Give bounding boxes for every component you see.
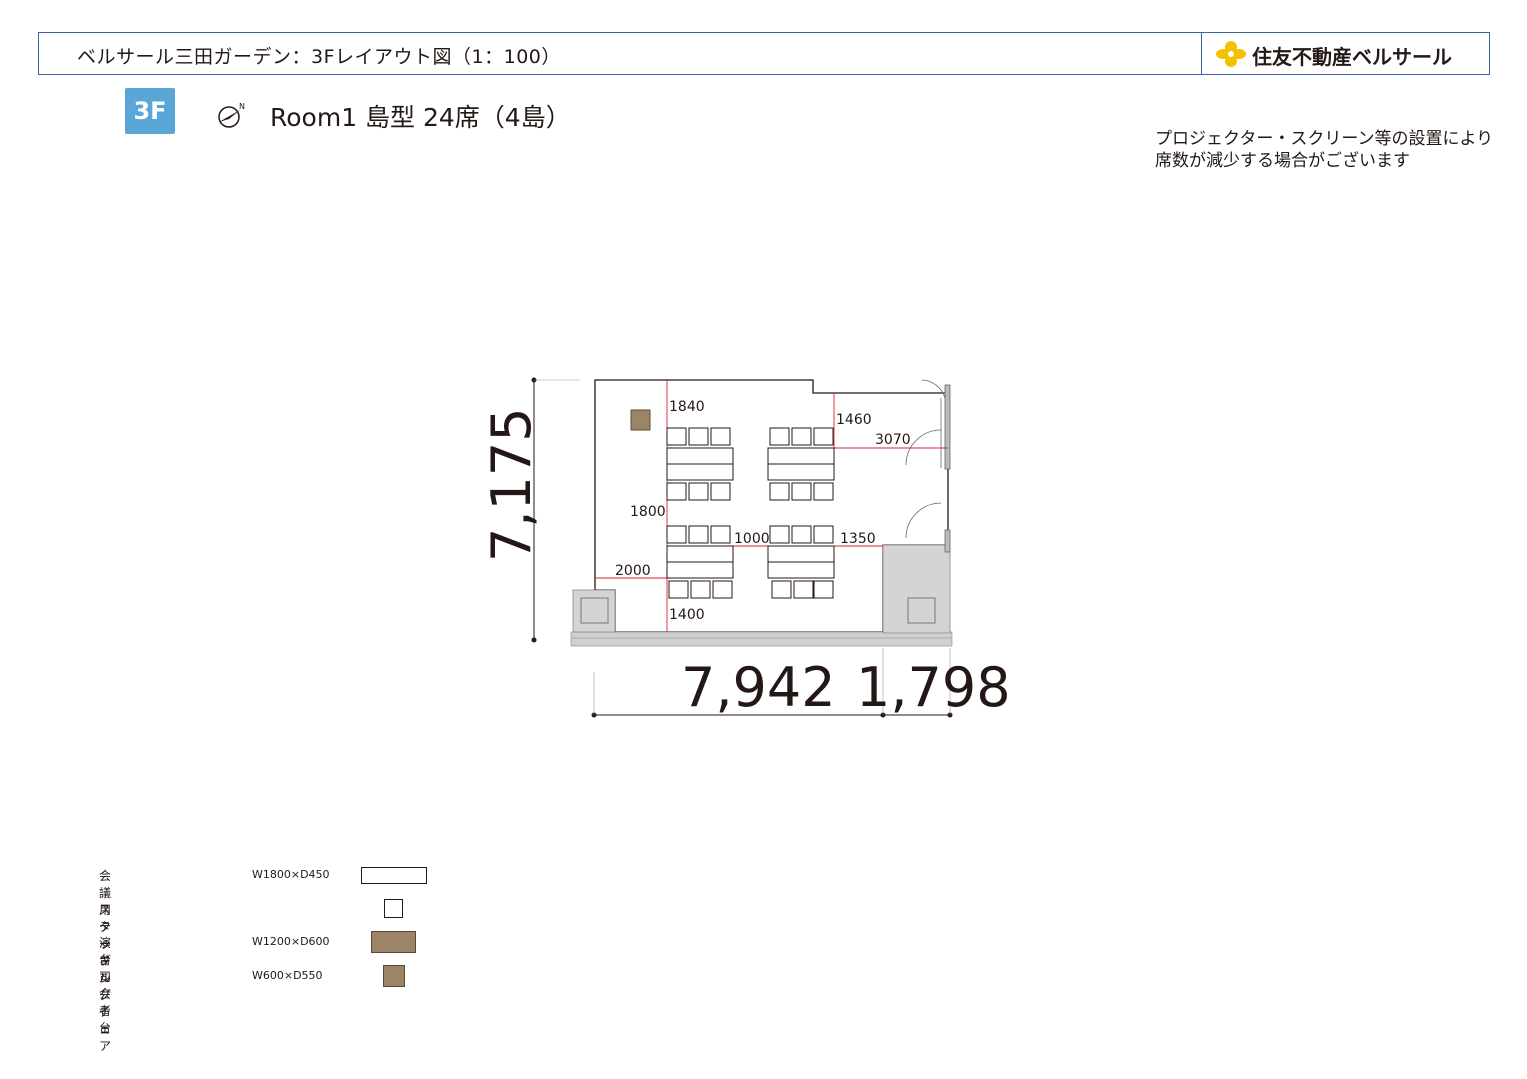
legend-size-podium: W1200×D600 <box>252 935 330 948</box>
table-island <box>666 427 734 501</box>
clearance-label-3070: 3070 <box>875 432 911 448</box>
legend-label-podium: 演台 <box>99 936 112 967</box>
clearance-label-1800: 1800 <box>630 504 666 520</box>
height-dimension-label: 7,175 <box>480 407 543 562</box>
width-side-label: 1,798 <box>856 656 1011 719</box>
legend-swatch-mc-stand <box>383 965 405 987</box>
legend-size-mc-stand: W600×D550 <box>252 969 323 982</box>
width-main-label: 7,942 <box>681 656 836 719</box>
legend-size-table: W1800×D450 <box>252 868 330 881</box>
clearance-label-1400: 1400 <box>669 607 705 623</box>
clearance-label-1840: 1840 <box>669 399 705 415</box>
clearance-label-1000: 1000 <box>734 531 770 547</box>
floor-plan: 7,175 7,942 1,798 1840 1460 3070 1800 10… <box>480 377 1011 719</box>
door-lower <box>905 379 951 553</box>
column-block-right <box>882 544 951 634</box>
legend-swatch-table <box>361 867 427 884</box>
legend-label-mc-stand: 司会者台 <box>99 970 112 1035</box>
legend-swatch-chair <box>384 899 403 918</box>
clearance-label-2000: 2000 <box>615 563 651 579</box>
podium <box>630 409 651 431</box>
window-strip <box>570 631 953 647</box>
clearance-label-1350: 1350 <box>840 531 876 547</box>
column-block-left <box>572 589 616 633</box>
clearance-label-1460: 1460 <box>836 412 872 428</box>
table-island <box>767 427 835 501</box>
table-island <box>666 525 734 599</box>
table-island <box>767 525 835 599</box>
door-upper <box>905 384 951 470</box>
legend-swatch-podium <box>371 931 416 953</box>
